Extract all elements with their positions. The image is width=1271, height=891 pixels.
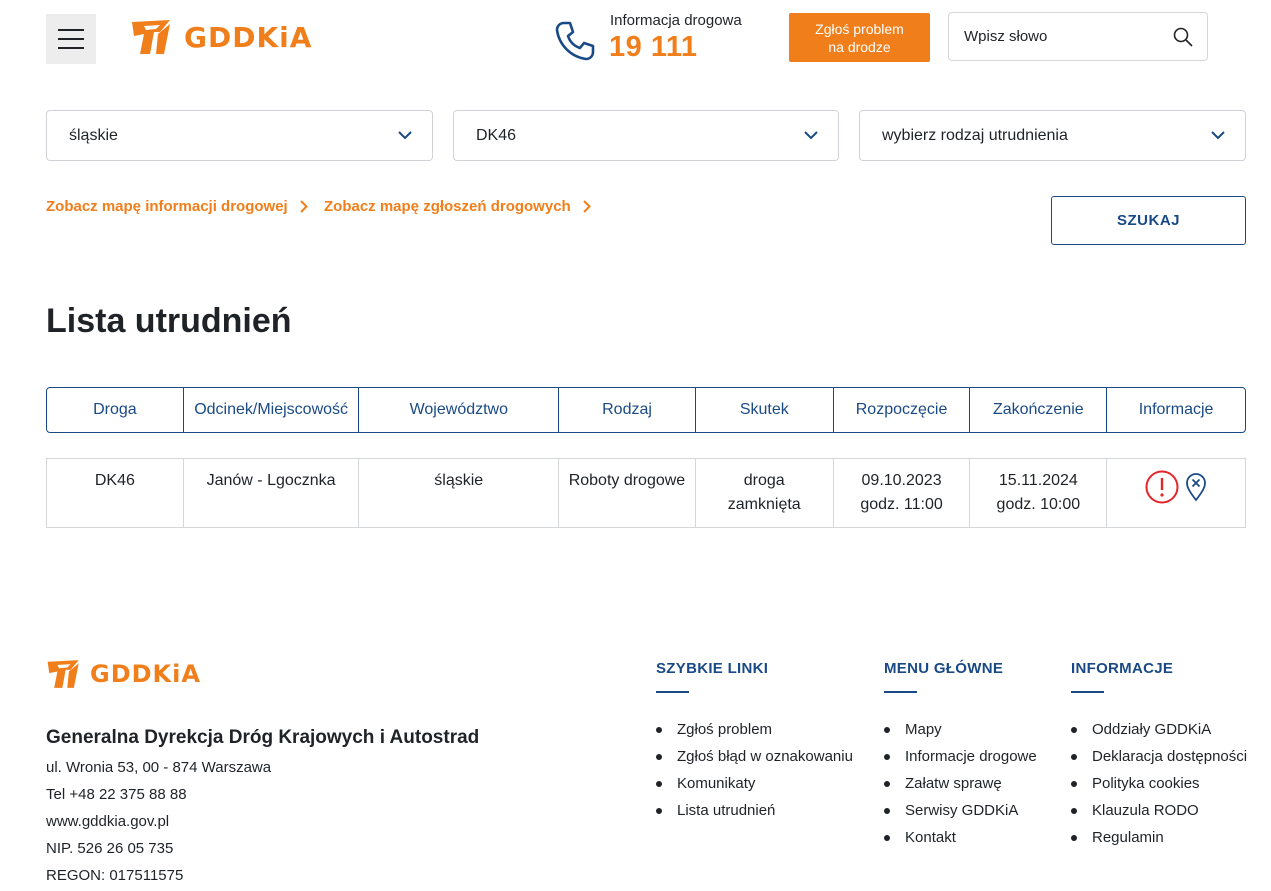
obstruction-type-select[interactable]: wybierz rodzaj utrudnienia: [859, 110, 1246, 161]
cell-end: 15.11.2024 godz. 10:00: [970, 459, 1108, 527]
search-input[interactable]: [964, 28, 1173, 45]
logo-text: GDDKiA: [184, 20, 313, 54]
hamburger-icon: [58, 29, 84, 31]
org-phone: Tel +48 22 375 88 88: [46, 786, 187, 803]
footer-link[interactable]: Zgłoś problem: [656, 716, 853, 743]
org-address: ul. Wronia 53, 00 - 874 Warszawa: [46, 759, 272, 776]
menu-button[interactable]: [46, 14, 96, 64]
footer-logo-text: GDDKiA: [90, 660, 201, 688]
chevron-right-icon: [300, 200, 308, 213]
column-header-info[interactable]: Informacje: [1107, 388, 1245, 432]
voivodeship-select[interactable]: śląskie: [46, 110, 433, 161]
cell-road: DK46: [47, 459, 184, 527]
info-map-link[interactable]: Zobacz mapę informacji drogowej: [46, 198, 308, 215]
warning-icon[interactable]: [1145, 470, 1179, 504]
footer-link[interactable]: Klauzula RODO: [1071, 797, 1247, 824]
cell-start: 09.10.2023 godz. 11:00: [834, 459, 971, 527]
footer-link[interactable]: Informacje drogowe: [884, 743, 1037, 770]
table-header: Droga Odcinek/Miejscowość Województwo Ro…: [46, 387, 1246, 433]
cell-voivodeship: śląskie: [359, 459, 560, 527]
footer-logo[interactable]: GDDKiA: [46, 658, 201, 690]
cell-section: Janów - Lgocznka: [184, 459, 360, 527]
footer-link[interactable]: Polityka cookies: [1071, 770, 1247, 797]
chevron-down-icon: [804, 131, 818, 140]
gddkia-logo-icon: [132, 20, 170, 54]
page-title: Lista utrudnień: [46, 302, 292, 340]
road-value: DK46: [476, 126, 517, 144]
cell-info: [1107, 459, 1245, 527]
footer-column-title: INFORMACJE: [1071, 660, 1174, 677]
phone-icon: [555, 21, 595, 61]
footer-link[interactable]: Lista utrudnień: [656, 797, 853, 824]
footer-main-menu: MENU GŁÓWNE Mapy Informacje drogowe Zała…: [884, 660, 1037, 851]
org-regon: REGON: 017511575: [46, 867, 184, 884]
phone-number[interactable]: 19 111: [609, 31, 698, 64]
footer-column-title: SZYBKIE LINKI: [656, 660, 769, 677]
phone-label: Informacja drogowa: [610, 12, 742, 29]
search-icon[interactable]: [1173, 27, 1193, 47]
search-button[interactable]: SZUKAJ: [1051, 196, 1246, 245]
footer-link[interactable]: Regulamin: [1071, 824, 1247, 851]
column-header-effect[interactable]: Skutek: [696, 388, 834, 432]
footer-link[interactable]: Mapy: [884, 716, 1037, 743]
chevron-down-icon: [1211, 131, 1225, 140]
info-map-link-label: Zobacz mapę informacji drogowej: [46, 198, 288, 215]
footer-quick-links: SZYBKIE LINKI Zgłoś problem Zgłoś błąd w…: [656, 660, 853, 824]
footer-link[interactable]: Deklaracja dostępności: [1071, 743, 1247, 770]
column-header-road[interactable]: Droga: [47, 388, 184, 432]
org-nip: NIP. 526 26 05 735: [46, 840, 174, 857]
reports-map-link-label: Zobacz mapę zgłoszeń drogowych: [324, 198, 571, 215]
voivodeship-value: śląskie: [69, 126, 118, 144]
footer-link[interactable]: Oddziały GDDKiA: [1071, 716, 1247, 743]
column-header-voivodeship[interactable]: Województwo: [359, 388, 560, 432]
obstruction-type-value: wybierz rodzaj utrudnienia: [882, 126, 1068, 144]
gddkia-logo[interactable]: GDDKiA: [130, 18, 312, 56]
column-header-end[interactable]: Zakończenie: [970, 388, 1108, 432]
column-header-kind[interactable]: Rodzaj: [559, 388, 696, 432]
reports-map-link[interactable]: Zobacz mapę zgłoszeń drogowych: [324, 198, 591, 215]
footer-link[interactable]: Komunikaty: [656, 770, 853, 797]
footer-link[interactable]: Kontakt: [884, 824, 1037, 851]
map-pin-closed-icon[interactable]: [1185, 472, 1207, 502]
report-problem-button[interactable]: Zgłoś problem na drodze: [789, 13, 930, 62]
footer-information: INFORMACJE Oddziały GDDKiA Deklaracja do…: [1071, 660, 1247, 851]
cell-effect: droga zamknięta: [696, 459, 834, 527]
gddkia-logo-icon: [47, 660, 79, 688]
footer-column-title: MENU GŁÓWNE: [884, 660, 1004, 677]
footer-link[interactable]: Zgłoś błąd w oznakowaniu: [656, 743, 853, 770]
org-website[interactable]: www.gddkia.gov.pl: [46, 813, 169, 830]
footer-link[interactable]: Serwisy GDDKiA: [884, 797, 1037, 824]
search-box[interactable]: [948, 12, 1208, 61]
road-select[interactable]: DK46: [453, 110, 839, 161]
column-header-start[interactable]: Rozpoczęcie: [834, 388, 971, 432]
footer-link[interactable]: Załatw sprawę: [884, 770, 1037, 797]
report-problem-label: Zgłoś problem na drodze: [815, 20, 904, 55]
chevron-right-icon: [582, 200, 591, 213]
column-header-section[interactable]: Odcinek/Miejscowość: [184, 388, 360, 432]
chevron-down-icon: [398, 131, 412, 140]
table-row: DK46 Janów - Lgocznka śląskie Roboty dro…: [46, 458, 1246, 528]
org-name: Generalna Dyrekcja Dróg Krajowych i Auto…: [46, 727, 480, 748]
cell-kind: Roboty drogowe: [559, 459, 696, 527]
